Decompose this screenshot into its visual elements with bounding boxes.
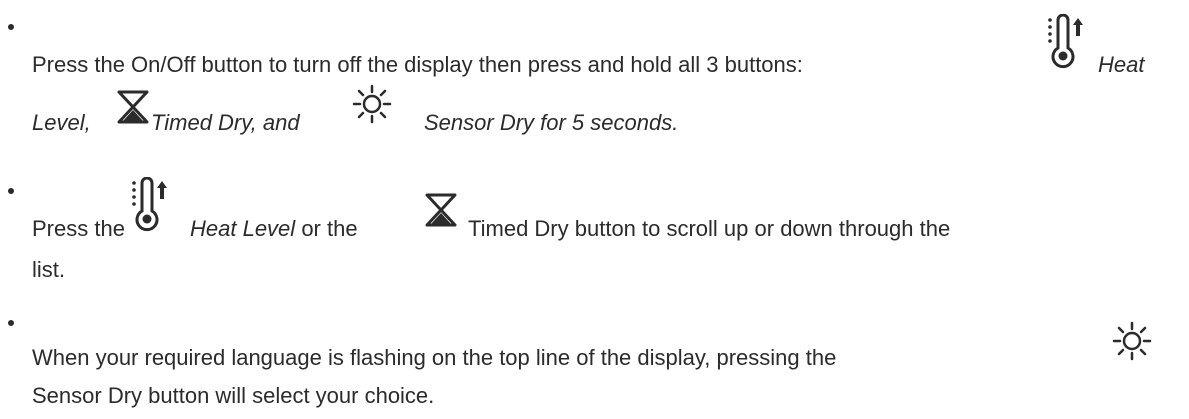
step-1-line-2-sensor: Sensor Dry for 5 seconds. <box>424 110 679 135</box>
heat-label: Heat <box>1098 52 1145 77</box>
step-1-line-2-level: Level, <box>32 110 91 135</box>
thermometer-up-icon <box>130 177 170 233</box>
sun-icon <box>352 84 392 124</box>
bullet <box>8 320 14 326</box>
heat-level-label: Heat Level <box>190 216 296 241</box>
step-2-press: Press the <box>32 216 125 241</box>
step-2-timed: Timed Dry button to scroll up or down th… <box>468 216 951 241</box>
hourglass-icon <box>424 193 458 227</box>
step-3-line-1: When your required language is flashing … <box>32 345 837 370</box>
step-2-rest: Heat Level or the <box>190 216 358 241</box>
step-3-line-2: Sensor Dry button will select your choic… <box>32 383 435 408</box>
hourglass-icon <box>116 90 150 124</box>
bullet <box>8 24 14 30</box>
step-1-line-2-timed: Timed Dry, and <box>151 110 300 135</box>
step-1-line-1: Press the On/Off button to turn off the … <box>32 52 803 77</box>
step-2-line-2: list. <box>32 257 65 282</box>
thermometer-up-icon <box>1046 14 1086 70</box>
bullet <box>8 188 14 194</box>
sun-icon <box>1112 321 1152 361</box>
